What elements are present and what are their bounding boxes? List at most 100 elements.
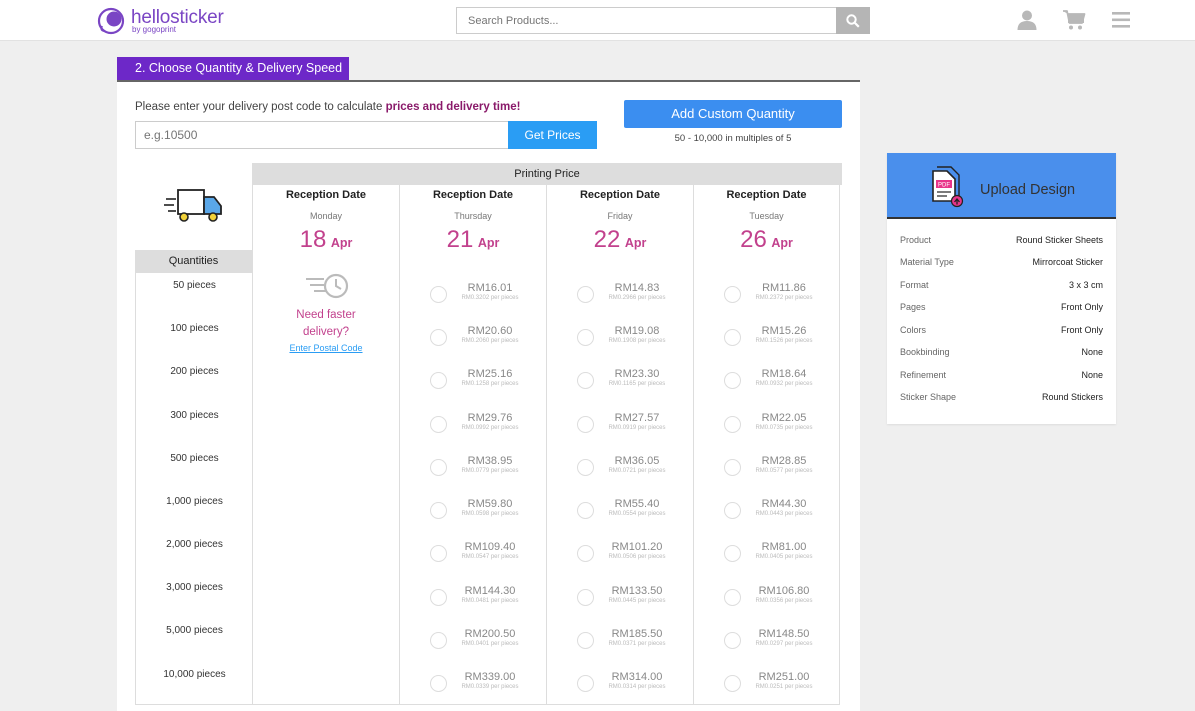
price-option[interactable]: RM185.50 RM0.0371 per pieces xyxy=(547,628,694,656)
price-radio[interactable] xyxy=(577,286,594,303)
order-summary-panel: PDF Upload Design Product Round Sticker S… xyxy=(887,153,1116,424)
price-radio[interactable] xyxy=(430,545,447,562)
spec-key: Bookbinding xyxy=(900,347,950,357)
user-icon[interactable] xyxy=(1016,9,1038,31)
quantities-column: 50 pieces 100 pieces 200 pieces 300 piec… xyxy=(135,273,252,705)
price-option[interactable]: RM133.50 RM0.0445 per pieces xyxy=(547,585,694,613)
price-option[interactable]: RM148.50 RM0.0297 per pieces xyxy=(694,628,841,656)
price-option[interactable]: RM55.40 RM0.0554 per pieces xyxy=(547,498,694,526)
get-prices-button[interactable]: Get Prices xyxy=(508,121,597,149)
price-radio[interactable] xyxy=(724,675,741,692)
price-radio[interactable] xyxy=(724,502,741,519)
price-radio[interactable] xyxy=(577,545,594,562)
price-option[interactable]: RM25.16 RM0.1258 per pieces xyxy=(400,368,547,396)
total-price: RM20.60 xyxy=(467,325,513,337)
cart-icon[interactable] xyxy=(1062,9,1086,31)
price-radio[interactable] xyxy=(577,416,594,433)
price-radio[interactable] xyxy=(430,416,447,433)
unit-price: RM0.2966 per pieces xyxy=(608,295,666,301)
quantities-header: Quantities xyxy=(135,250,252,273)
price-radio[interactable] xyxy=(430,675,447,692)
price-option[interactable]: RM339.00 RM0.0339 per pieces xyxy=(400,671,547,699)
total-price: RM101.20 xyxy=(611,541,663,553)
price-radio[interactable] xyxy=(577,675,594,692)
price-radio[interactable] xyxy=(430,286,447,303)
price-option[interactable]: RM14.83 RM0.2966 per pieces xyxy=(547,282,694,310)
price-radio[interactable] xyxy=(724,459,741,476)
total-price: RM59.80 xyxy=(467,498,513,510)
price-option[interactable]: RM101.20 RM0.0506 per pieces xyxy=(547,541,694,569)
price-radio[interactable] xyxy=(724,286,741,303)
price-option[interactable]: RM22.05 RM0.0735 per pieces xyxy=(694,412,841,440)
price-radio[interactable] xyxy=(577,329,594,346)
unit-price: RM0.1165 per pieces xyxy=(608,381,666,387)
unit-price: RM0.0405 per pieces xyxy=(755,554,813,560)
price-radio[interactable] xyxy=(724,416,741,433)
unit-price: RM0.0721 per pieces xyxy=(608,468,666,474)
postal-code-input[interactable] xyxy=(135,121,509,149)
add-custom-quantity-button[interactable]: Add Custom Quantity xyxy=(624,100,842,128)
price-option[interactable]: RM38.95 RM0.0779 per pieces xyxy=(400,455,547,483)
price-radio[interactable] xyxy=(430,632,447,649)
total-price: RM339.00 xyxy=(464,671,516,683)
spec-key: Format xyxy=(900,280,929,290)
enter-postal-code-link[interactable]: Enter Postal Code xyxy=(253,343,399,353)
total-price: RM251.00 xyxy=(758,671,810,683)
price-option[interactable]: RM314.00 RM0.0314 per pieces xyxy=(547,671,694,699)
price-option[interactable]: RM144.30 RM0.0481 per pieces xyxy=(400,585,547,613)
price-radio[interactable] xyxy=(577,459,594,476)
price-radio[interactable] xyxy=(577,632,594,649)
price-radio[interactable] xyxy=(724,589,741,606)
price-option[interactable]: RM200.50 RM0.0401 per pieces xyxy=(400,628,547,656)
price-option[interactable]: RM15.26 RM0.1526 per pieces xyxy=(694,325,841,353)
total-price: RM44.30 xyxy=(761,498,807,510)
menu-icon[interactable] xyxy=(1111,9,1131,31)
unit-price: RM0.0506 per pieces xyxy=(608,554,666,560)
price-option[interactable]: RM18.64 RM0.0932 per pieces xyxy=(694,368,841,396)
price-radio[interactable] xyxy=(430,329,447,346)
price-option[interactable]: RM16.01 RM0.3202 per pieces xyxy=(400,282,547,310)
hellosticker-logo[interactable]: hellosticker by gogoprint xyxy=(97,6,237,36)
date-month: Apr xyxy=(330,236,353,250)
price-option[interactable]: RM28.85 RM0.0577 per pieces xyxy=(694,455,841,483)
price-radio[interactable] xyxy=(577,502,594,519)
price-option[interactable]: RM59.80 RM0.0598 per pieces xyxy=(400,498,547,526)
unit-price: RM0.0297 per pieces xyxy=(755,641,813,647)
upload-design-button[interactable]: PDF Upload Design xyxy=(887,153,1116,219)
quantity-cell: 3,000 pieces xyxy=(166,582,223,593)
price-radio[interactable] xyxy=(724,632,741,649)
price-radio[interactable] xyxy=(577,372,594,389)
price-option[interactable]: RM44.30 RM0.0443 per pieces xyxy=(694,498,841,526)
unit-price: RM0.0932 per pieces xyxy=(755,381,813,387)
price-option[interactable]: RM19.08 RM0.1908 per pieces xyxy=(547,325,694,353)
unit-price: RM0.0356 per pieces xyxy=(755,598,813,604)
price-option[interactable]: RM251.00 RM0.0251 per pieces xyxy=(694,671,841,699)
price-radio[interactable] xyxy=(724,372,741,389)
reception-date-title: Reception Date xyxy=(285,189,367,201)
unit-price: RM0.0577 per pieces xyxy=(755,468,813,474)
price-radio[interactable] xyxy=(724,545,741,562)
quantity-cell: 5,000 pieces xyxy=(166,625,223,636)
price-option[interactable]: RM20.60 RM0.2060 per pieces xyxy=(400,325,547,353)
spec-key: Refinement xyxy=(900,370,947,380)
price-option[interactable]: RM29.76 RM0.0992 per pieces xyxy=(400,412,547,440)
price-option[interactable]: RM106.80 RM0.0356 per pieces xyxy=(694,585,841,613)
price-option[interactable]: RM27.57 RM0.0919 per pieces xyxy=(547,412,694,440)
search-button[interactable] xyxy=(836,7,870,34)
price-radio[interactable] xyxy=(430,372,447,389)
price-option[interactable]: RM23.30 RM0.1165 per pieces xyxy=(547,368,694,396)
price-radio[interactable] xyxy=(430,589,447,606)
custom-quantity-note: 50 - 10,000 in multiples of 5 xyxy=(674,133,792,144)
total-price: RM29.76 xyxy=(467,412,513,424)
price-option[interactable]: RM109.40 RM0.0547 per pieces xyxy=(400,541,547,569)
date-month: Apr xyxy=(477,236,500,250)
price-option[interactable]: RM36.05 RM0.0721 per pieces xyxy=(547,455,694,483)
price-radio[interactable] xyxy=(724,329,741,346)
search-input[interactable] xyxy=(456,7,837,34)
quantity-cell: 300 pieces xyxy=(170,410,219,421)
price-option[interactable]: RM11.86 RM0.2372 per pieces xyxy=(694,282,841,310)
price-radio[interactable] xyxy=(430,502,447,519)
price-radio[interactable] xyxy=(577,589,594,606)
price-option[interactable]: RM81.00 RM0.0405 per pieces xyxy=(694,541,841,569)
price-radio[interactable] xyxy=(430,459,447,476)
